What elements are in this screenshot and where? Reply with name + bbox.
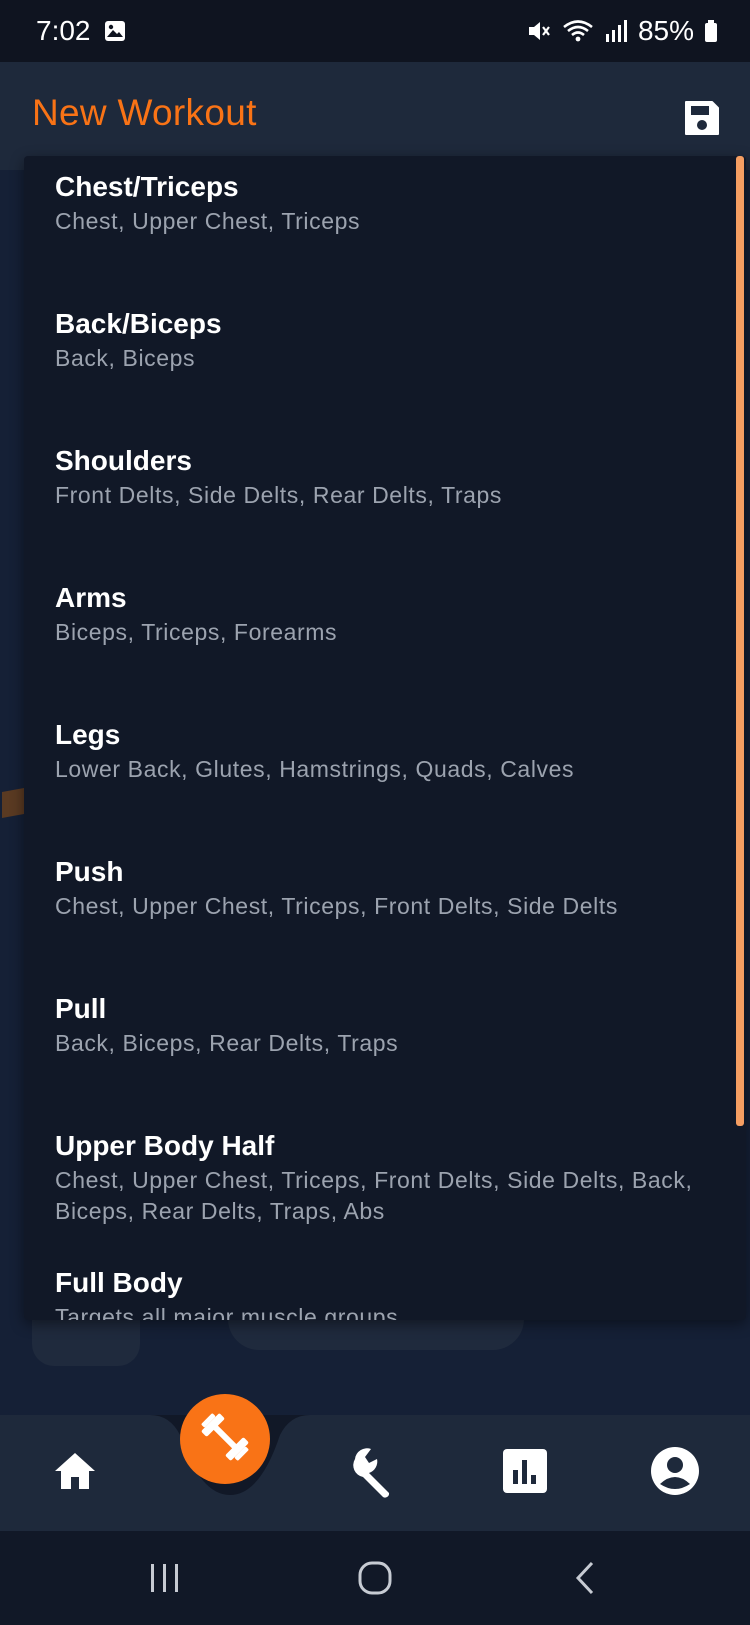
chart-icon	[502, 1448, 548, 1499]
workout-name: Legs	[55, 719, 121, 750]
nav-workout[interactable]	[180, 1394, 270, 1484]
workout-muscles: Targets all major muscle groups	[55, 1304, 399, 1320]
workout-option-upper-body-half[interactable]: Upper Body Half Chest, Upper Chest, Tric…	[24, 1129, 724, 1227]
status-left: 7:02	[36, 15, 127, 47]
nav-tools[interactable]	[338, 1438, 408, 1508]
workout-muscles: Back, Biceps	[55, 345, 196, 371]
workout-option-push[interactable]: Push Chest, Upper Chest, Triceps, Front …	[24, 855, 724, 922]
workout-option-full-body[interactable]: Full Body Targets all major muscle group…	[24, 1266, 724, 1320]
signal-icon	[604, 18, 628, 44]
workout-name: Chest/Triceps	[55, 171, 239, 202]
workout-option-pull[interactable]: Pull Back, Biceps, Rear Delts, Traps	[24, 992, 724, 1059]
home-circle-icon	[357, 1560, 393, 1601]
back-icon	[570, 1560, 600, 1601]
background-mark	[2, 788, 24, 818]
nav-home[interactable]	[40, 1438, 110, 1508]
workout-name: Shoulders	[55, 445, 192, 476]
workout-name: Arms	[55, 582, 127, 613]
workout-option-chest-triceps[interactable]: Chest/Triceps Chest, Upper Chest, Tricep…	[24, 170, 724, 237]
image-icon	[103, 19, 127, 43]
status-right: 85%	[526, 15, 718, 47]
workout-option-back-biceps[interactable]: Back/Biceps Back, Biceps	[24, 307, 724, 374]
dumbbell-icon	[198, 1410, 252, 1469]
recent-apps-button[interactable]	[140, 1555, 190, 1605]
workout-muscles: Chest, Upper Chest, Triceps, Front Delts…	[55, 1167, 693, 1224]
workout-option-shoulders[interactable]: Shoulders Front Delts, Side Delts, Rear …	[24, 444, 724, 511]
scrollbar[interactable]	[736, 156, 744, 1126]
workout-name: Full Body	[55, 1267, 183, 1298]
status-time: 7:02	[36, 15, 91, 46]
workout-name: Push	[55, 856, 124, 887]
save-icon[interactable]	[682, 98, 722, 138]
home-button[interactable]	[350, 1555, 400, 1605]
wifi-icon	[562, 18, 594, 44]
workout-muscles: Front Delts, Side Delts, Rear Delts, Tra…	[55, 482, 503, 508]
workout-muscles: Chest, Upper Chest, Triceps	[55, 208, 361, 234]
battery-icon	[704, 19, 718, 43]
workout-name: Pull	[55, 993, 107, 1024]
mute-icon	[526, 18, 552, 44]
workout-option-arms[interactable]: Arms Biceps, Triceps, Forearms	[24, 581, 724, 648]
profile-icon	[650, 1446, 700, 1501]
page-title: New Workout	[32, 92, 257, 133]
nav-profile[interactable]	[640, 1438, 710, 1508]
home-icon	[51, 1447, 99, 1500]
nav-stats[interactable]	[490, 1438, 560, 1508]
workout-template-dropdown: Chest/Triceps Chest, Upper Chest, Tricep…	[24, 156, 746, 1320]
wrench-icon	[345, 1443, 401, 1504]
battery-percent: 85%	[637, 15, 694, 46]
workout-muscles: Lower Back, Glutes, Hamstrings, Quads, C…	[55, 756, 575, 782]
workout-muscles: Back, Biceps, Rear Delts, Traps	[55, 1030, 399, 1056]
back-button[interactable]	[560, 1555, 610, 1605]
workout-muscles: Biceps, Triceps, Forearms	[55, 619, 338, 645]
recent-apps-icon	[147, 1562, 183, 1599]
workout-name: Back/Biceps	[55, 308, 222, 339]
status-bar: 7:02 85%	[0, 0, 750, 62]
workout-name: Upper Body Half	[55, 1130, 275, 1161]
app-header: New Workout	[0, 62, 750, 170]
workout-option-legs[interactable]: Legs Lower Back, Glutes, Hamstrings, Qua…	[24, 718, 724, 785]
workout-muscles: Chest, Upper Chest, Triceps, Front Delts…	[55, 893, 618, 919]
